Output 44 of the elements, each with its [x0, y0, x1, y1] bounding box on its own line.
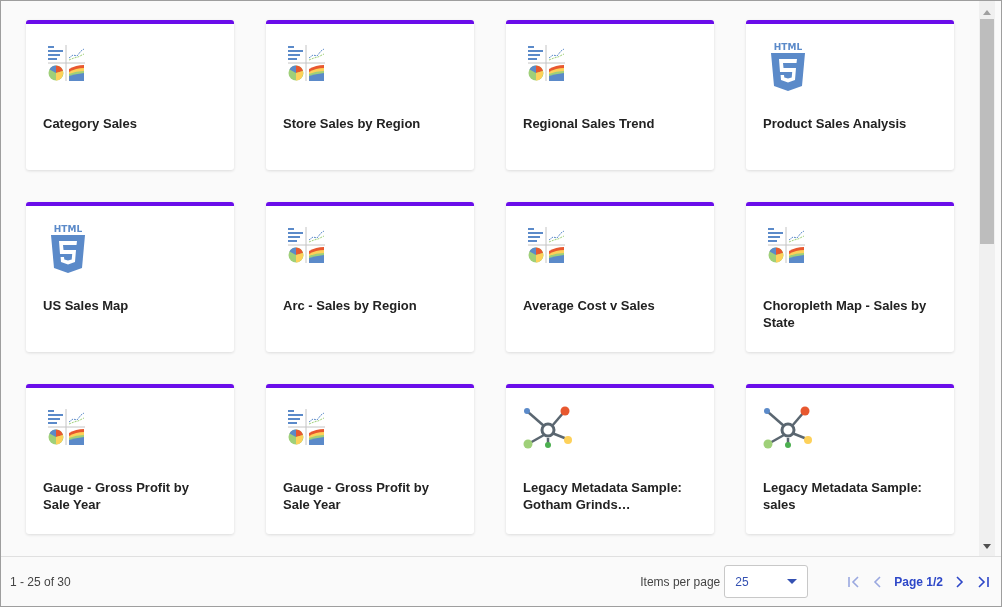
scroll-up-icon[interactable]	[983, 10, 991, 15]
page-label: Page 1/2	[894, 573, 943, 591]
report-card[interactable]: HTML Product Sales Analysis	[746, 20, 954, 170]
card-title: Gauge - Gross Profit by Sale Year	[283, 479, 430, 513]
charts-icon	[288, 45, 325, 81]
charts-icon	[288, 409, 325, 445]
report-card[interactable]: Legacy Metadata Sample: Gotham Grinds…	[506, 384, 714, 534]
card-title: Store Sales by Region	[283, 115, 422, 132]
charts-icon	[48, 45, 85, 81]
charts-icon	[528, 227, 565, 263]
card-title: Gauge - Gross Profit by Sale Year	[43, 479, 190, 513]
card-title: Product Sales Analysis	[763, 115, 908, 132]
report-card[interactable]: Store Sales by Region	[266, 20, 474, 170]
report-card[interactable]: Category Sales	[26, 20, 234, 170]
card-title: Arc - Sales by Region	[283, 297, 418, 314]
report-card[interactable]: HTML US Sales Map	[26, 202, 234, 352]
report-card[interactable]: Gauge - Gross Profit by Sale Year	[26, 384, 234, 534]
card-title: US Sales Map	[43, 297, 130, 314]
last-page-icon[interactable]	[976, 574, 990, 589]
report-card[interactable]: Arc - Sales by Region	[266, 202, 474, 352]
range-label: 1 - 25 of 30	[10, 573, 71, 591]
charts-icon	[528, 45, 565, 81]
network-icon	[763, 406, 813, 450]
report-card[interactable]: Average Cost v Sales	[506, 202, 714, 352]
charts-icon	[288, 227, 325, 263]
scroll-down-icon[interactable]	[983, 544, 991, 549]
scrollbar[interactable]	[979, 1, 995, 556]
charts-icon	[48, 409, 85, 445]
network-icon	[523, 406, 573, 450]
report-card[interactable]: Regional Sales Trend	[506, 20, 714, 170]
scrollbar-thumb[interactable]	[980, 19, 994, 244]
card-title: Legacy Metadata Sample: Gotham Grinds…	[523, 479, 683, 513]
items-per-page-label: Items per page	[640, 573, 721, 591]
card-title: Average Cost v Sales	[523, 297, 656, 314]
card-title: Category Sales	[43, 115, 138, 132]
items-per-page-dropdown[interactable]: 25	[724, 565, 809, 598]
card-title: Legacy Metadata Sample: sales	[763, 479, 923, 513]
report-card[interactable]: Legacy Metadata Sample: sales	[746, 384, 954, 534]
card-title: Choropleth Map - Sales by State	[763, 297, 928, 331]
dropdown-caret-icon	[787, 579, 798, 584]
charts-icon	[768, 227, 805, 263]
report-card[interactable]: Choropleth Map - Sales by State	[746, 202, 954, 352]
card-title: Regional Sales Trend	[523, 115, 656, 132]
report-card[interactable]: Gauge - Gross Profit by Sale Year	[266, 384, 474, 534]
